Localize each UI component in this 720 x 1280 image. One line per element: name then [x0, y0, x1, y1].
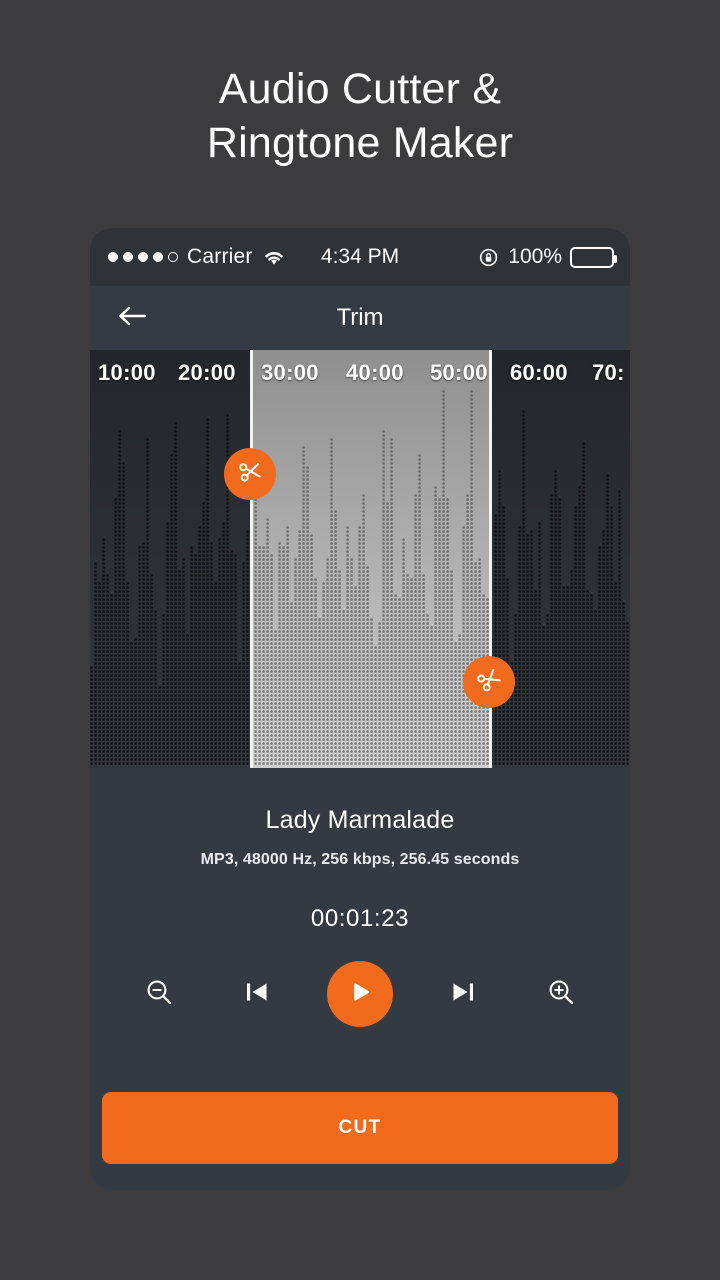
trim-end-handle[interactable] — [463, 656, 515, 708]
waveform-editor[interactable]: 10:00 20:00 30:00 40:00 50:00 60:00 70: — [90, 350, 630, 768]
track-metadata: MP3, 48000 Hz, 256 kbps, 256.45 seconds — [200, 851, 520, 868]
skip-next-icon — [448, 977, 478, 1012]
clock-label: 4:34 PM — [320, 245, 400, 268]
zoom-in-icon — [546, 977, 576, 1012]
zoom-out-button[interactable] — [131, 966, 187, 1022]
page-title-line-2: Ringtone Maker — [206, 119, 514, 167]
track-title: Lady Marmalade — [265, 806, 455, 834]
battery-icon — [570, 246, 617, 268]
transport-controls — [90, 961, 630, 1027]
status-bar-right: 100% — [479, 228, 617, 286]
scissors-icon — [476, 666, 503, 698]
zoom-in-button[interactable] — [533, 966, 589, 1022]
zoom-out-icon — [144, 977, 174, 1012]
page-title-line-1: Audio Cutter & — [218, 65, 502, 113]
play-icon — [347, 979, 373, 1010]
nav-title: Trim — [336, 304, 384, 331]
phone-mockup: Carrier 4:34 PM 100% Trim 10:00 20:00 30… — [90, 228, 630, 1190]
page-title: Audio Cutter & Ringtone Maker — [0, 62, 720, 170]
battery-percent-label: 100% — [508, 245, 562, 268]
selection-start-line[interactable] — [250, 350, 253, 768]
back-arrow-icon — [117, 304, 147, 333]
promo-page: Audio Cutter & Ringtone Maker Carrier 4:… — [0, 0, 720, 1280]
status-bar: Carrier 4:34 PM 100% — [90, 228, 630, 286]
track-info: Lady Marmalade MP3, 48000 Hz, 256 kbps, … — [90, 768, 630, 933]
playback-timecode: 00:01:23 — [310, 905, 410, 932]
nav-bar: Trim — [90, 286, 630, 350]
scissors-icon — [237, 458, 264, 490]
play-button[interactable] — [327, 961, 393, 1027]
trim-start-handle[interactable] — [224, 448, 276, 500]
skip-previous-icon — [242, 977, 272, 1012]
back-button[interactable] — [104, 286, 160, 350]
rotation-lock-icon — [479, 247, 500, 268]
skip-next-button[interactable] — [435, 966, 491, 1022]
cut-button[interactable]: CUT — [102, 1092, 618, 1164]
skip-previous-button[interactable] — [229, 966, 285, 1022]
waveform-canvas[interactable] — [90, 350, 630, 768]
